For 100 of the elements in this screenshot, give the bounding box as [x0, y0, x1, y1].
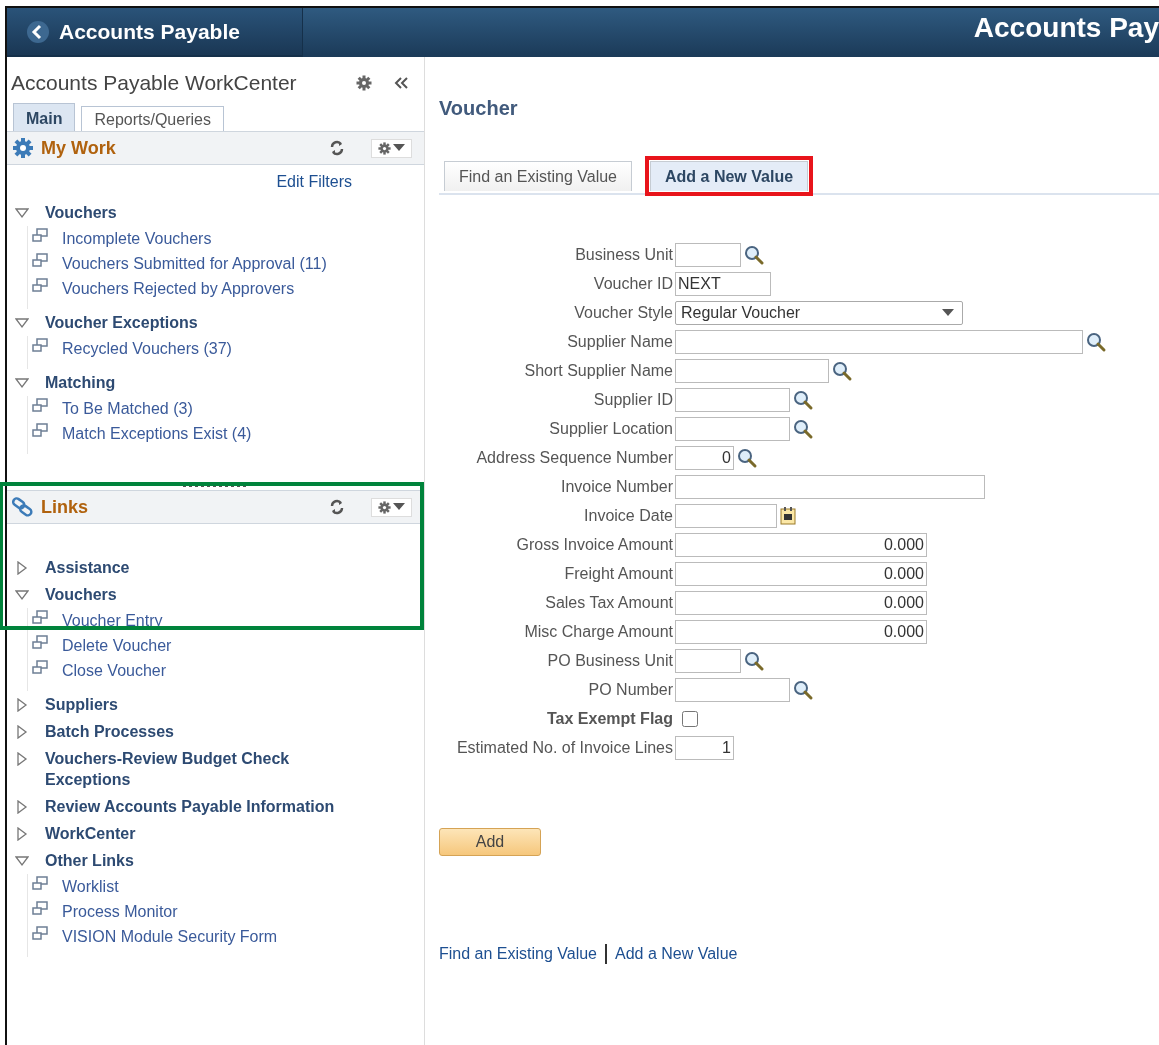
expand-icon[interactable] — [15, 800, 29, 814]
input-field[interactable]: 0.000 — [675, 591, 927, 615]
input-field[interactable]: 0.000 — [675, 620, 927, 644]
search-icon[interactable] — [792, 389, 814, 411]
tree-group[interactable]: Vouchers — [15, 581, 117, 608]
related-content-icon — [32, 423, 48, 438]
field-label: Gross Invoice Amount — [515, 536, 673, 554]
input-field[interactable] — [675, 359, 829, 383]
collapse-icon[interactable] — [15, 316, 29, 330]
related-content-icon — [32, 660, 48, 675]
gears-icon — [11, 137, 35, 159]
related-content-icon — [32, 635, 48, 650]
input-field[interactable]: 0.000 — [675, 533, 927, 557]
tree-group[interactable]: Batch Processes — [15, 718, 174, 745]
tab[interactable]: Find an Existing Value — [444, 161, 632, 191]
resize-handle-icon[interactable] — [182, 484, 249, 488]
tree-group[interactable]: Suppliers — [15, 691, 118, 718]
input-field[interactable]: NEXT — [675, 272, 771, 296]
tab[interactable]: Reports/Queries — [81, 106, 224, 131]
input-field[interactable]: 0 — [675, 446, 734, 470]
tree-link[interactable]: Process Monitor — [32, 901, 342, 922]
calendar-icon[interactable] — [779, 506, 797, 526]
collapse-panel-icon[interactable] — [394, 77, 408, 89]
caret-icon — [393, 503, 405, 511]
input-field[interactable] — [675, 475, 985, 499]
search-icon[interactable] — [743, 244, 765, 266]
back-button[interactable]: Accounts Payable — [7, 8, 303, 57]
caret-icon — [942, 309, 954, 317]
tree-link[interactable]: Vouchers Submitted for Approval (11) — [32, 253, 342, 274]
gear-icon[interactable] — [378, 141, 391, 155]
input-field[interactable] — [675, 388, 790, 412]
field-label: PO Business Unit — [546, 652, 673, 670]
options-menu-button[interactable] — [371, 497, 412, 517]
tree-link[interactable]: Close Voucher — [32, 660, 342, 681]
search-icon[interactable] — [792, 679, 814, 701]
page-link[interactable]: Add a New Value — [615, 945, 738, 963]
tree-link[interactable]: VISION Module Security Form — [32, 926, 342, 947]
tree-link[interactable]: Vouchers Rejected by Approvers — [32, 278, 342, 299]
field-label: Supplier Name — [566, 333, 673, 351]
field-label: Invoice Date — [583, 507, 673, 525]
search-icon[interactable] — [743, 650, 765, 672]
input-field[interactable]: 0.000 — [675, 562, 927, 586]
tab[interactable]: Main — [13, 103, 76, 131]
expand-icon[interactable] — [15, 698, 29, 712]
tree-link[interactable]: Delete Voucher — [32, 635, 342, 656]
refresh-icon[interactable] — [329, 140, 345, 156]
related-content-icon — [32, 228, 48, 243]
expand-icon[interactable] — [15, 561, 29, 575]
checkbox[interactable] — [682, 711, 698, 727]
related-content-icon — [32, 610, 48, 625]
input-field[interactable] — [675, 330, 1083, 354]
related-content-icon — [32, 926, 48, 941]
refresh-icon[interactable] — [329, 499, 345, 515]
options-menu-button[interactable] — [371, 138, 412, 158]
add-button[interactable]: Add — [439, 828, 541, 856]
tree-link[interactable]: Match Exceptions Exist (4) — [32, 423, 342, 444]
tree-group[interactable]: Matching — [15, 369, 116, 396]
tree-group[interactable]: Vouchers — [15, 199, 117, 226]
tree-group[interactable]: Voucher Exceptions — [15, 309, 198, 336]
field-label: Invoice Number — [559, 478, 673, 496]
input-field[interactable] — [675, 678, 790, 702]
gear-icon[interactable] — [378, 500, 391, 514]
search-icon[interactable] — [792, 418, 814, 440]
search-icon[interactable] — [831, 360, 853, 382]
tree-group[interactable]: WorkCenter — [15, 820, 136, 847]
tab[interactable]: Add a New Value — [650, 161, 809, 191]
tree-link[interactable]: Recycled Vouchers (37) — [32, 338, 342, 359]
workcenter-title: Accounts Payable WorkCenter — [11, 71, 297, 95]
field-label: Supplier Location — [548, 420, 673, 438]
expand-icon[interactable] — [15, 827, 29, 841]
page-link[interactable]: Find an Existing Value — [439, 945, 597, 963]
input-field[interactable]: 1 — [675, 736, 734, 760]
tree-link[interactable]: Voucher Entry — [32, 610, 342, 631]
expand-icon[interactable] — [15, 725, 29, 739]
dropdown[interactable]: Regular Voucher — [675, 301, 963, 325]
search-icon[interactable] — [1085, 331, 1107, 353]
search-icon[interactable] — [736, 447, 758, 469]
related-content-icon — [32, 338, 48, 353]
collapse-icon[interactable] — [15, 588, 29, 602]
tree-group[interactable]: Review Accounts Payable Information — [15, 793, 335, 820]
collapse-icon[interactable] — [15, 854, 29, 868]
tree-group[interactable]: Other Links — [15, 847, 134, 874]
tree-group[interactable]: Assistance — [15, 554, 130, 581]
field-label: Short Supplier Name — [523, 362, 673, 380]
input-field[interactable] — [675, 649, 741, 673]
field-label: Address Sequence Number — [475, 449, 673, 467]
collapse-icon[interactable] — [15, 376, 29, 390]
expand-icon[interactable] — [15, 752, 29, 766]
tree-link[interactable]: To Be Matched (3) — [32, 398, 342, 419]
tree-link[interactable]: Worklist — [32, 876, 342, 897]
date-field[interactable] — [675, 504, 777, 528]
settings-icon[interactable] — [356, 75, 372, 91]
input-field[interactable] — [675, 243, 741, 267]
input-field[interactable] — [675, 417, 790, 441]
tree-group[interactable]: Vouchers-Review Budget Check Exceptions — [15, 745, 335, 793]
page-title: Voucher — [439, 97, 519, 120]
collapse-icon[interactable] — [15, 206, 29, 220]
tree-link[interactable]: Incomplete Vouchers — [32, 228, 342, 249]
edit-filters-link[interactable]: Edit Filters — [7, 165, 424, 191]
related-content-icon — [32, 278, 48, 293]
